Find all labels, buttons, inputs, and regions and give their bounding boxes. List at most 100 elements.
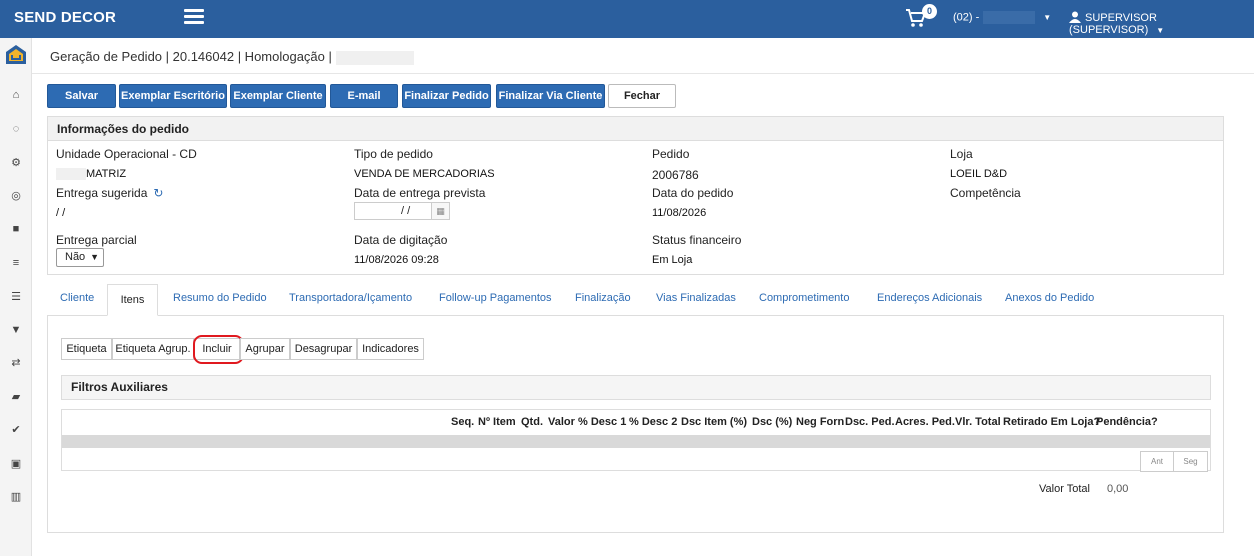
user-name: SUPERVISOR (SUPERVISOR) (1069, 12, 1157, 36)
refresh-icon[interactable]: ↻ (153, 186, 163, 200)
col-qty[interactable]: Qtd. (521, 416, 543, 428)
col-total-value[interactable]: Vlr. Total (955, 416, 1001, 428)
col-disc2[interactable]: % Desc 2 (629, 416, 677, 428)
unit-label: Unidade Operacional - CD (56, 147, 197, 161)
tab-anexos[interactable]: Anexos do Pedido (1005, 292, 1094, 304)
cogs-icon[interactable]: ⚙ (9, 156, 23, 170)
expected-delivery-input[interactable]: / / ▦ (354, 202, 450, 220)
cube-icon[interactable]: ■ (9, 222, 23, 236)
tab-followup[interactable]: Follow-up Pagamentos (439, 292, 552, 304)
col-value[interactable]: Valor (548, 416, 575, 428)
cart-button[interactable]: 0 (905, 4, 937, 30)
grid-empty-row (62, 435, 1210, 448)
menu-toggle-icon[interactable] (184, 9, 204, 25)
tab-comprometimento[interactable]: Comprometimento (759, 292, 849, 304)
suggested-delivery-value: / / (56, 207, 66, 219)
partial-delivery-value: Não (65, 251, 86, 263)
store-label: Loja (950, 147, 973, 161)
order-type-value: VENDA DE MERCADORIAS (354, 168, 495, 180)
tab-transportadora[interactable]: Transportadora/Içamento (289, 292, 412, 304)
close-button[interactable]: Fechar (608, 84, 676, 108)
tab-vias[interactable]: Vias Finalizadas (656, 292, 736, 304)
grid-header: Seq. Nº Item Qtd. Valor % Desc 1 % Desc … (62, 410, 1210, 435)
redacted-breadcrumb-part (335, 50, 414, 65)
chevron-down-icon: ▼ (90, 252, 99, 262)
email-button[interactable]: E-mail (330, 84, 398, 108)
order-number-value: 2006786 (652, 168, 699, 182)
user-icon (1069, 11, 1081, 23)
database-icon[interactable]: ≡ (9, 256, 23, 270)
image-icon[interactable]: ▣ (9, 457, 23, 471)
col-neg-forn[interactable]: Neg Forn (796, 416, 844, 428)
breadcrumb: Geração de Pedido | 20.146042 | Homologa… (50, 49, 414, 65)
col-store-pickup[interactable]: Retirado Em Loja? (1003, 416, 1100, 428)
finalize-order-button[interactable]: Finalizar Pedido (402, 84, 491, 108)
auxiliary-filters-header[interactable]: Filtros Auxiliares (61, 375, 1211, 400)
finalize-via-client-button[interactable]: Finalizar Via Cliente (496, 84, 605, 108)
col-disc1[interactable]: % Desc 1 (578, 416, 626, 428)
bar-chart-icon[interactable]: ▥ (9, 490, 23, 504)
total-value: 0,00 (1107, 483, 1129, 495)
unit-value: MATRIZ (86, 168, 127, 180)
shopping-cart-icon[interactable]: ▼ (9, 323, 23, 337)
order-info-title: Informações do pedido (48, 117, 1223, 141)
group-button[interactable]: Agrupar (240, 338, 290, 360)
next-page-button[interactable]: Seg (1173, 451, 1208, 472)
office-copy-button[interactable]: Exemplar Escritório (119, 84, 227, 108)
home-icon[interactable]: ⌂ (9, 88, 23, 102)
col-disc[interactable]: Dsc (%) (752, 416, 792, 428)
breadcrumb-bar: Geração de Pedido | 20.146042 | Homologa… (32, 38, 1254, 74)
col-order-surcharge[interactable]: Acres. Ped. (895, 416, 955, 428)
col-order-disc[interactable]: Dsc. Ped. (845, 416, 895, 428)
check-icon[interactable]: ✔ (9, 423, 23, 437)
redacted-company-name (983, 11, 1036, 24)
spinner-icon[interactable]: ◌ (9, 122, 23, 136)
shopping-bag-icon[interactable]: ▰ (9, 390, 23, 404)
order-info-panel: Informações do pedido Unidade Operaciona… (47, 116, 1224, 275)
company-selector[interactable]: (02) - ▼ (953, 11, 1051, 24)
exchange-icon[interactable]: ⇄ (9, 356, 23, 370)
user-menu[interactable]: SUPERVISOR (SUPERVISOR) ▼ (1069, 11, 1254, 36)
redacted-unit-code (56, 168, 86, 181)
target-icon[interactable]: ◎ (9, 189, 23, 203)
tab-itens[interactable]: Itens (107, 284, 158, 316)
sidebar: ⌂ ◌ ⚙ ◎ ■ ≡ ☰ ▼ ⇄ ▰ ✔ ▣ ▥ (0, 38, 32, 556)
order-date-label: Data do pedido (652, 186, 734, 200)
expected-delivery-label: Data de entrega prevista (354, 186, 486, 200)
col-item-number[interactable]: Nº Item (478, 416, 516, 428)
indicators-button[interactable]: Indicadores (357, 338, 424, 360)
col-item-disc[interactable]: Dsc Item (%) (681, 416, 747, 428)
expected-delivery-value: / / (401, 205, 411, 217)
total-value-label: Valor Total (1039, 483, 1090, 495)
tab-finalizacao[interactable]: Finalização (575, 292, 631, 304)
save-button[interactable]: Salvar (47, 84, 116, 108)
store-value: LOEIL D&D (950, 168, 1008, 180)
ungroup-button[interactable]: Desagrupar (290, 338, 357, 360)
highlight-annotation (193, 335, 244, 364)
prev-page-button[interactable]: Ant (1140, 451, 1174, 472)
unit-value-wrap: MATRIZ (56, 168, 127, 181)
label-button[interactable]: Etiqueta (61, 338, 112, 360)
chevron-down-icon: ▼ (1156, 25, 1165, 35)
home-logo-icon[interactable] (5, 44, 27, 66)
order-type-label: Tipo de pedido (354, 147, 433, 161)
col-seq[interactable]: Seq. (451, 416, 474, 428)
partial-delivery-label: Entrega parcial (56, 233, 137, 247)
tab-cliente[interactable]: Cliente (60, 292, 94, 304)
order-date-value: 11/08/2026 (652, 207, 707, 219)
suggested-delivery-label: Entrega sugerida ↻ (56, 186, 163, 200)
client-copy-button[interactable]: Exemplar Cliente (230, 84, 326, 108)
competence-label: Competência (950, 186, 1021, 200)
tab-enderecos[interactable]: Endereços Adicionais (877, 292, 982, 304)
financial-status-label: Status financeiro (652, 233, 742, 247)
financial-status-value: Em Loja (652, 254, 693, 266)
typing-date-value: 11/08/2026 09:28 (354, 254, 439, 266)
col-pending[interactable]: Pendência? (1096, 416, 1158, 428)
partial-delivery-select[interactable]: Não ▼ (56, 248, 104, 267)
order-tabs: Cliente Itens Resumo do Pedido Transport… (47, 284, 1224, 316)
sliders-icon[interactable]: ☰ (9, 290, 23, 304)
brand-name: SEND DECOR (14, 9, 117, 26)
calendar-icon[interactable]: ▦ (431, 203, 449, 219)
group-label-button[interactable]: Etiqueta Agrup. (112, 338, 194, 360)
tab-resumo[interactable]: Resumo do Pedido (173, 292, 267, 304)
